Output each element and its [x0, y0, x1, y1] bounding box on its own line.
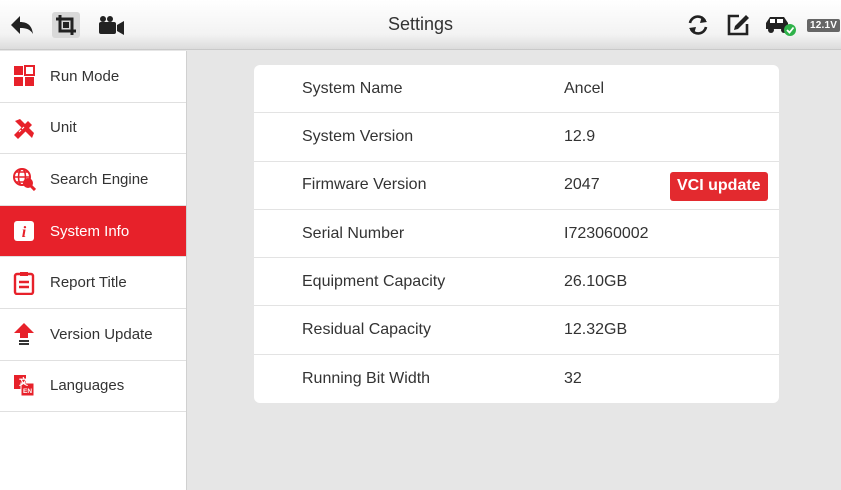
upload-arrow-icon [12, 322, 36, 346]
svg-text:文: 文 [18, 376, 29, 388]
globe-search-icon [12, 167, 36, 192]
sidebar-item-label: Languages [50, 377, 125, 395]
sidebar-item-system-info[interactable]: i System Info [0, 205, 186, 258]
sidebar-item-label: Unit [50, 119, 77, 137]
car-connected-icon[interactable] [764, 12, 798, 38]
info-value: I723060002 [564, 224, 649, 242]
sidebar-item-languages[interactable]: 文 EN Languages [0, 360, 186, 413]
info-value: Ancel [564, 79, 605, 97]
info-key: Firmware Version [302, 176, 427, 194]
page-title: Settings [387, 14, 454, 34]
svg-text:i: i [22, 224, 27, 241]
info-row-running-bit-width: Running Bit Width 32 [254, 355, 779, 403]
video-camera-icon[interactable] [98, 12, 126, 38]
sidebar: Run Mode Unit Search Engine i System Inf… [0, 51, 187, 490]
info-key: System Version [302, 127, 414, 145]
clipboard-icon [12, 271, 36, 295]
info-key: Serial Number [302, 224, 405, 242]
sidebar-item-run-mode[interactable]: Run Mode [0, 51, 186, 103]
run-mode-icon [12, 64, 36, 88]
sidebar-item-label: Run Mode [50, 67, 120, 85]
edit-icon[interactable] [724, 12, 752, 38]
system-info-panel: System Name Ancel System Version 12.9 Fi… [254, 65, 779, 403]
info-value: 26.10GB [564, 272, 628, 290]
voltage-badge: 12.1V [807, 19, 841, 32]
sidebar-item-label: System Info [50, 222, 130, 240]
vci-update-button[interactable]: VCI update [670, 171, 768, 201]
sidebar-item-version-update[interactable]: Version Update [0, 308, 186, 361]
info-row-equipment-capacity: Equipment Capacity 26.10GB [254, 258, 779, 307]
crop-icon[interactable] [52, 12, 80, 38]
refresh-icon[interactable] [684, 12, 712, 38]
info-value: 2047 [564, 176, 600, 194]
info-icon: i [12, 219, 36, 243]
info-key: Equipment Capacity [302, 272, 446, 290]
info-row-residual-capacity: Residual Capacity 12.32GB [254, 306, 779, 355]
info-value: 12.9 [564, 127, 596, 145]
info-row-firmware-version: Firmware Version 2047 VCI update [254, 162, 779, 210]
info-key: Residual Capacity [302, 321, 431, 339]
top-bar: Settings 12.1V [0, 0, 841, 50]
sidebar-item-unit[interactable]: Unit [0, 102, 186, 155]
info-row-serial-number: Serial Number I723060002 [254, 210, 779, 259]
back-arrow-icon[interactable] [8, 12, 36, 38]
svg-text:EN: EN [23, 388, 32, 395]
sidebar-item-label: Search Engine [50, 170, 149, 188]
sidebar-item-label: Report Title [50, 274, 127, 292]
sidebar-item-search-engine[interactable]: Search Engine [0, 154, 186, 206]
info-key: Running Bit Width [302, 369, 431, 387]
info-row-system-version: System Version 12.9 [254, 113, 779, 162]
sidebar-item-report-title[interactable]: Report Title [0, 257, 186, 309]
info-value: 32 [564, 369, 582, 387]
sidebar-item-label: Version Update [50, 325, 153, 343]
language-icon: 文 EN [12, 374, 36, 398]
info-row-system-name: System Name Ancel [254, 65, 779, 114]
info-key: System Name [302, 79, 403, 97]
sidebar-nav: Run Mode Unit Search Engine i System Inf… [0, 51, 186, 413]
unit-ruler-icon [12, 116, 36, 140]
info-value: 12.32GB [564, 321, 628, 339]
